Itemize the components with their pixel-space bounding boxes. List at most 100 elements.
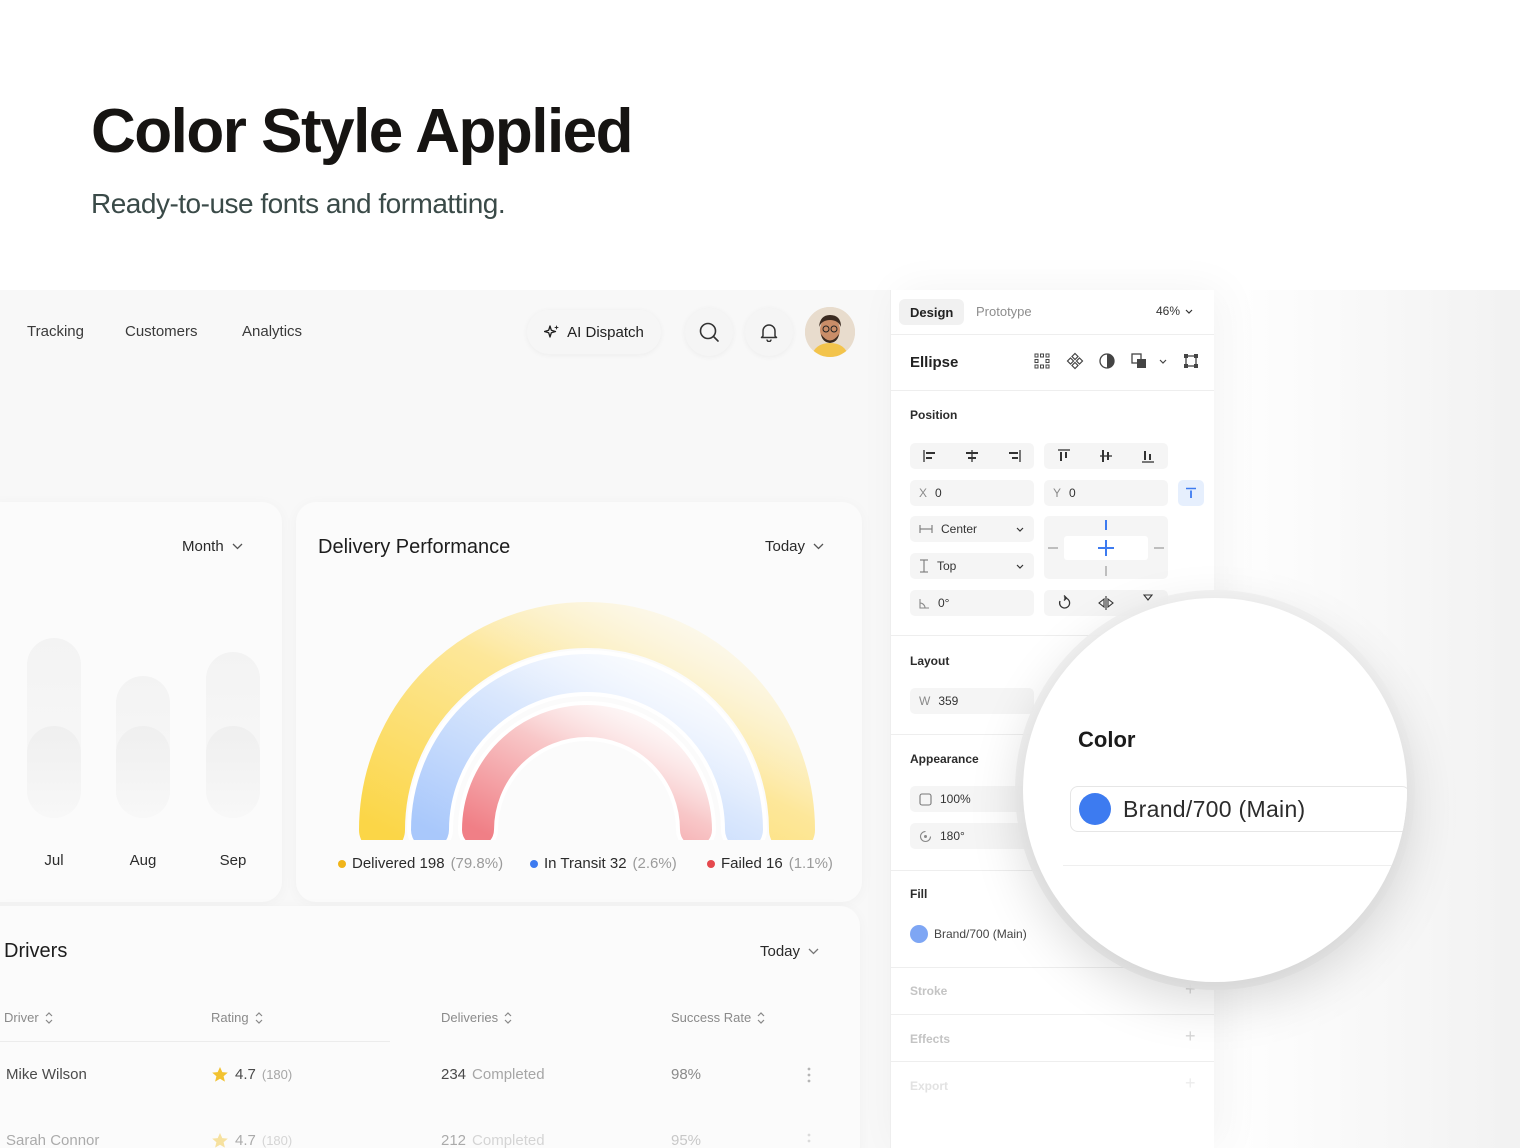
align-middle-vertical-icon[interactable] (1098, 448, 1114, 464)
ai-dispatch-button[interactable]: AI Dispatch (527, 310, 661, 354)
month-label-jul: Jul (44, 852, 64, 869)
search-button[interactable] (685, 308, 733, 356)
panel-divider (891, 334, 1214, 335)
add-stroke-button[interactable]: + (1185, 979, 1196, 1000)
nav-analytics[interactable]: Analytics (242, 323, 302, 340)
constraints-diagram-icon (1048, 520, 1164, 576)
section-appearance-label: Appearance (910, 752, 979, 766)
y-value: 0 (1069, 486, 1076, 500)
section-stroke-label: Stroke (910, 984, 948, 998)
grid-icon[interactable] (1033, 352, 1051, 370)
rotation-value: 0° (938, 596, 950, 610)
section-fill-label: Fill (910, 887, 928, 901)
nav-customers[interactable]: Customers (125, 323, 198, 340)
column-header-success-rate[interactable]: Success Rate (671, 1010, 765, 1025)
opacity-field[interactable]: 100% (910, 786, 1034, 812)
opacity-icon (919, 792, 932, 806)
fill-color-swatch[interactable] (910, 925, 928, 943)
horizontal-constraint-select[interactable]: Center (910, 516, 1034, 542)
drivers-card (0, 906, 860, 1148)
constraints-widget[interactable] (1044, 516, 1168, 579)
deliveries-count: 234 (441, 1066, 467, 1083)
width-label: W (919, 694, 931, 708)
rotate-icon[interactable] (1056, 595, 1072, 611)
column-header-driver[interactable]: Driver (4, 1010, 53, 1025)
ai-dispatch-label: AI Dispatch (567, 323, 644, 341)
boolean-icon[interactable] (1130, 352, 1148, 370)
user-avatar[interactable] (805, 307, 855, 357)
section-layout-label: Layout (910, 654, 950, 668)
add-effect-button[interactable]: + (1185, 1026, 1196, 1047)
legend-delivered: Delivered 198 (79.8%) (338, 855, 503, 872)
align-left-icon[interactable] (922, 448, 938, 464)
legend-failed-label: Failed 16 (721, 855, 783, 872)
nav-tracking[interactable]: Tracking (27, 323, 84, 340)
corner-radius-field[interactable]: 180° (910, 823, 1034, 849)
section-effects-label: Effects (910, 1032, 951, 1046)
zoom-dropdown[interactable]: 46% (1156, 304, 1193, 318)
bar-jul (27, 726, 81, 818)
sparkle-icon (544, 325, 560, 338)
tab-prototype[interactable]: Prototype (976, 304, 1032, 319)
legend-delivered-label: Delivered 198 (352, 855, 445, 872)
zoom-value: 46% (1156, 304, 1181, 318)
month-dropdown[interactable]: Month (182, 538, 243, 555)
magnifier-color-swatch[interactable] (1079, 793, 1111, 825)
column-header-deliveries[interactable]: Deliveries (441, 1010, 512, 1025)
column-header-deliveries-label: Deliveries (441, 1010, 499, 1025)
drivers-title: Drivers (4, 940, 68, 962)
vertical-constraint-select[interactable]: Top (910, 553, 1034, 579)
x-label: X (919, 486, 928, 500)
align-center-horizontal-icon[interactable] (964, 448, 980, 464)
horizontal-constraint-value: Center (941, 522, 978, 536)
legend-dot-in-transit (530, 859, 538, 868)
legend-in-transit-pct: (2.6%) (632, 855, 677, 872)
x-position-field[interactable]: X 0 (910, 480, 1034, 506)
delivery-performance-title: Delivery Performance (318, 536, 511, 558)
fill-style-row[interactable]: Brand/700 (Main) (910, 921, 1027, 947)
column-header-rating[interactable]: Rating (211, 1010, 263, 1025)
align-bottom-icon[interactable] (1140, 448, 1156, 464)
selected-object-name: Ellipse (910, 354, 959, 371)
frame-selection-icon[interactable] (1182, 352, 1200, 370)
chevron-down-icon[interactable] (1159, 359, 1167, 364)
y-position-field[interactable]: Y 0 (1044, 480, 1168, 506)
flip-horizontal-icon[interactable] (1098, 595, 1114, 611)
horizontal-constraint-icon (919, 525, 933, 533)
y-label: Y (1053, 486, 1062, 500)
align-top-icon[interactable] (1056, 448, 1072, 464)
component-icon[interactable] (1066, 352, 1084, 370)
more-vertical-icon[interactable] (806, 1066, 812, 1084)
section-export-label: Export (910, 1079, 949, 1093)
column-header-driver-label: Driver (4, 1010, 39, 1025)
sort-icon (504, 1011, 512, 1024)
top-nav: Tracking Customers Analytics AI Dispatch (0, 290, 890, 374)
text-top-icon (1186, 487, 1196, 498)
vertical-constraint-icon (920, 559, 928, 573)
tab-design[interactable]: Design (899, 299, 965, 325)
more-vertical-icon[interactable] (806, 1132, 812, 1148)
chevron-down-icon (1016, 564, 1024, 569)
width-field[interactable]: W 359 (910, 688, 1034, 714)
flip-vertical-icon[interactable] (1140, 593, 1156, 603)
rating-count: (180) (261, 1067, 293, 1082)
deliveries-status: Completed (472, 1066, 545, 1083)
legend-dot-delivered (338, 859, 346, 868)
legend-in-transit-label: In Transit 32 (544, 855, 627, 872)
bell-icon (760, 324, 778, 342)
delivery-period-label: Today (765, 538, 806, 555)
align-right-icon[interactable] (1006, 448, 1022, 464)
drivers-period-dropdown[interactable]: Today (760, 943, 819, 960)
notifications-button[interactable] (745, 308, 793, 356)
magnifier-color-style-field[interactable]: Brand/700 (Main) (1070, 786, 1407, 832)
add-export-button[interactable]: + (1185, 1073, 1196, 1094)
rotation-field[interactable]: 0° (910, 590, 1034, 616)
delivery-period-dropdown[interactable]: Today (765, 538, 824, 555)
constraints-toggle[interactable] (1178, 480, 1204, 506)
month-label-sep: Sep (219, 852, 247, 869)
column-header-success-rate-label: Success Rate (671, 1010, 752, 1025)
star-icon (212, 1133, 228, 1148)
mask-icon[interactable] (1098, 352, 1116, 370)
magnifier-color-style-name: Brand/700 (Main) (1123, 795, 1306, 822)
driver-name: Mike Wilson (6, 1066, 87, 1083)
